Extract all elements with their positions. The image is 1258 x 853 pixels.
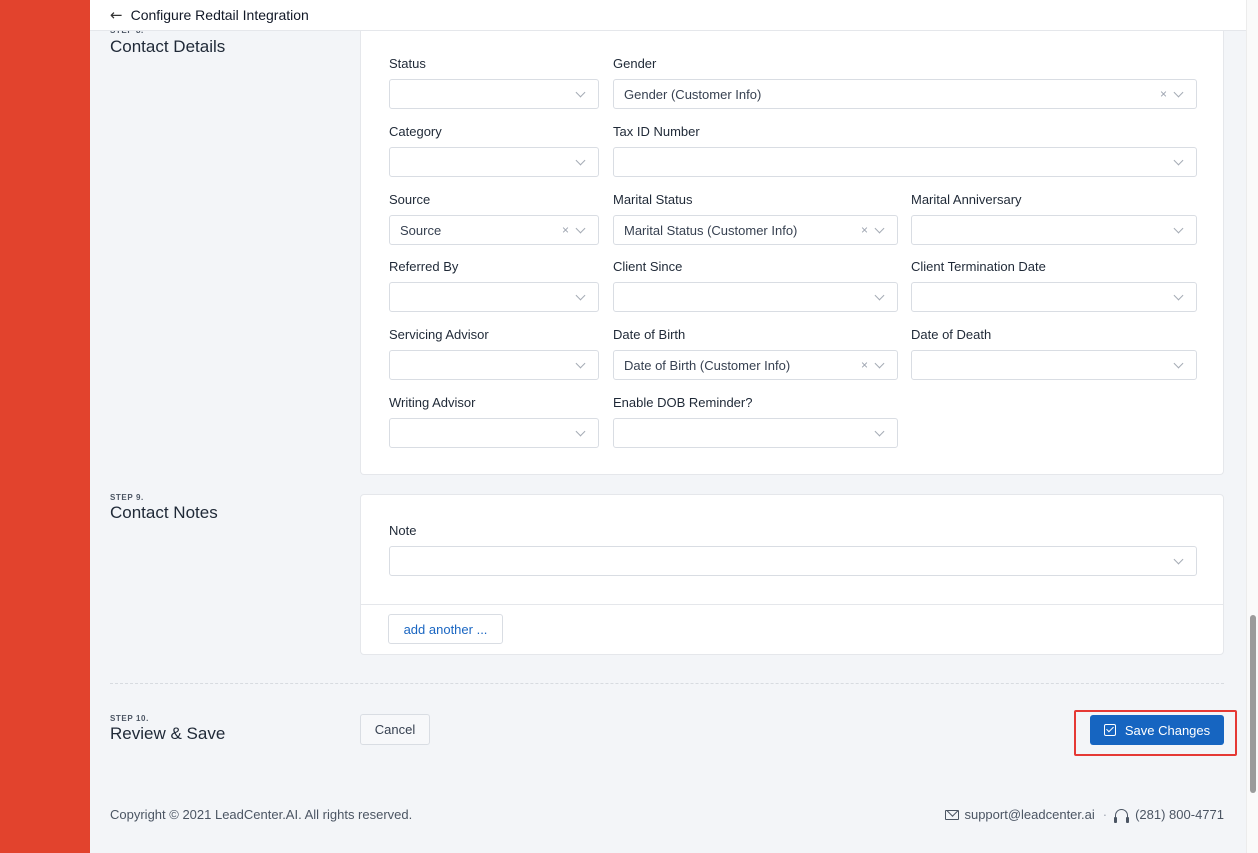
client-since-select[interactable] <box>613 282 898 312</box>
step-9-label: STEP 9. <box>110 493 144 502</box>
client-since-label: Client Since <box>613 259 683 274</box>
chevron-down-icon <box>874 290 885 300</box>
chevron-down-icon <box>874 223 885 233</box>
save-changes-button[interactable]: Save Changes <box>1090 715 1224 745</box>
chevron-down-icon <box>1173 290 1184 300</box>
chevron-down-icon <box>1173 358 1184 368</box>
dob-reminder-select[interactable] <box>613 418 898 448</box>
contact-notes-card: Note add another ... <box>360 494 1224 655</box>
category-select[interactable] <box>389 147 599 177</box>
support-email-link[interactable]: support@leadcenter.ai <box>964 807 1094 822</box>
footer-copyright: Copyright © 2021 LeadCenter.AI. All righ… <box>110 807 413 822</box>
clear-icon[interactable]: × <box>861 223 868 237</box>
footer-contact: support@leadcenter.ai · (281) 800-4771 <box>945 807 1224 823</box>
top-bar: ← Configure Redtail Integration <box>90 0 1246 31</box>
note-label: Note <box>389 523 417 538</box>
checkbox-icon <box>1103 724 1116 736</box>
save-changes-label: Save Changes <box>1124 722 1211 738</box>
gender-select[interactable]: Gender (Customer Info) × <box>613 79 1197 109</box>
step-9-title: Contact Notes <box>110 503 218 522</box>
chevron-down-icon <box>1173 87 1184 97</box>
left-sidebar-strip <box>0 0 90 853</box>
marital-anniversary-select[interactable] <box>911 215 1197 245</box>
source-select[interactable]: Source × <box>389 215 599 245</box>
servicing-advisor-label: Servicing Advisor <box>389 327 489 342</box>
marital-status-select[interactable]: Marital Status (Customer Info) × <box>613 215 898 245</box>
chevron-down-icon <box>1173 155 1184 165</box>
chevron-down-icon <box>575 358 586 368</box>
clear-icon[interactable]: × <box>861 358 868 372</box>
chevron-down-icon <box>1173 223 1184 233</box>
scrollbar-track[interactable] <box>1246 0 1258 853</box>
referred-by-select[interactable] <box>389 282 599 312</box>
page-title: Configure Redtail Integration <box>130 7 309 23</box>
dob-label: Date of Birth <box>613 327 686 342</box>
chevron-down-icon <box>575 87 586 97</box>
gender-label: Gender <box>613 56 657 71</box>
contact-details-card: Status Gender Gender (Customer Info) × Ca… <box>360 28 1224 475</box>
section-divider <box>110 683 1224 684</box>
tax-id-select[interactable] <box>613 147 1197 177</box>
cancel-button[interactable]: Cancel <box>360 714 430 745</box>
writing-advisor-label: Writing Advisor <box>389 395 476 410</box>
chevron-down-icon <box>575 223 586 233</box>
tax-id-label: Tax ID Number <box>613 124 700 139</box>
chevron-down-icon <box>575 290 586 300</box>
clear-icon[interactable]: × <box>1160 87 1167 101</box>
main-content: ← Configure Redtail Integration STEP 8. … <box>90 0 1246 853</box>
add-another-button[interactable]: add another ... <box>388 614 503 644</box>
client-termination-select[interactable] <box>911 282 1197 312</box>
marital-anniversary-label: Marital Anniversary <box>911 192 1022 207</box>
back-arrow-icon[interactable]: ← <box>110 6 123 24</box>
footer-separator: · <box>1102 807 1108 822</box>
chevron-down-icon <box>874 426 885 436</box>
clear-icon[interactable]: × <box>562 223 569 237</box>
chevron-down-icon <box>575 426 586 436</box>
source-label: Source <box>389 192 431 207</box>
date-of-death-select[interactable] <box>911 350 1197 380</box>
chevron-down-icon <box>874 358 885 368</box>
category-label: Category <box>389 124 442 139</box>
notes-divider <box>361 604 1223 605</box>
chevron-down-icon <box>1173 554 1184 564</box>
client-termination-label: Client Termination Date <box>911 259 1046 274</box>
support-phone-link[interactable]: (281) 800-4771 <box>1135 807 1224 822</box>
note-select[interactable] <box>389 546 1197 576</box>
step-10-label: STEP 10. <box>110 714 149 723</box>
writing-advisor-select[interactable] <box>389 418 599 448</box>
dob-reminder-label: Enable DOB Reminder? <box>613 395 753 410</box>
step-10-title: Review & Save <box>110 724 226 743</box>
status-select[interactable] <box>389 79 599 109</box>
chevron-down-icon <box>575 155 586 165</box>
servicing-advisor-select[interactable] <box>389 350 599 380</box>
marital-status-label: Marital Status <box>613 192 693 207</box>
referred-by-label: Referred By <box>389 259 459 274</box>
status-label: Status <box>389 56 426 71</box>
mail-icon <box>945 809 960 820</box>
date-of-death-label: Date of Death <box>911 327 992 342</box>
dob-select[interactable]: Date of Birth (Customer Info) × <box>613 350 898 380</box>
scrollbar-thumb[interactable] <box>1250 615 1256 793</box>
headset-icon <box>1114 808 1130 823</box>
step-8-title: Contact Details <box>110 37 226 56</box>
